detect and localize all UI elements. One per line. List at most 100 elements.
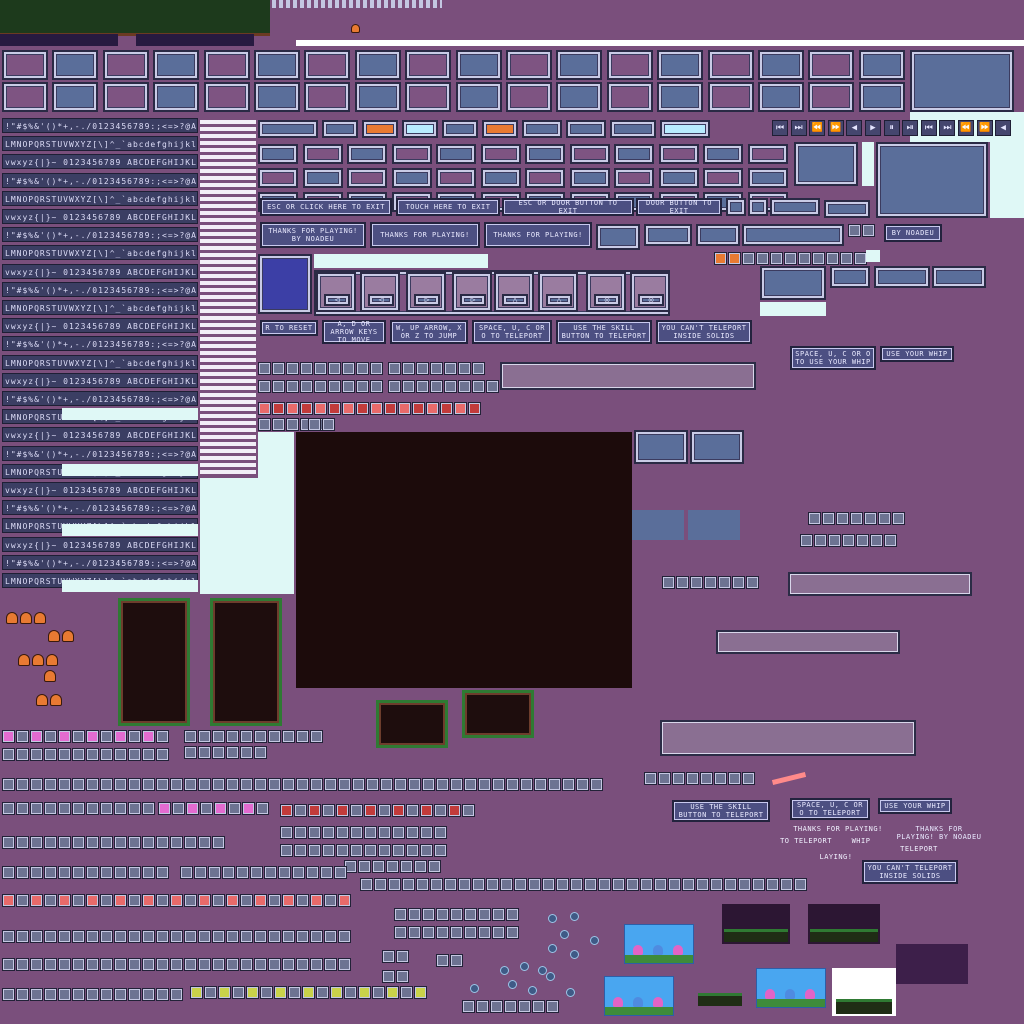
window-panel [254,50,300,80]
sprite-cell [44,894,57,907]
ghost-icon [50,694,62,706]
inventory-slot-bar [500,362,756,390]
laying-plain: LAYING! [819,853,853,861]
nav-arrow-button: ◁ [316,272,356,312]
sprite-cell [476,1000,489,1013]
sprite-cell [408,926,421,939]
slot [384,402,397,415]
counter-slot [812,252,825,265]
tiny-icon-panel-c [770,198,820,216]
media-control-icon: ◀ [995,120,1012,136]
sprite-cell [44,802,57,815]
sprite-cell [352,778,365,791]
sprite-cell [242,802,255,815]
sprite-cell [264,866,277,879]
sprite-cell [392,804,405,817]
sprite-cell [16,748,29,761]
window-panel [52,50,99,80]
slot [416,362,429,375]
glyph-row: vwxyz{|}~ 0123456789 ABCDEFGHIJKLMNOPQRS… [2,536,198,552]
sprite-cell [72,930,85,943]
sprite-cell [44,748,57,761]
sprite-cell [236,866,249,879]
dialog-panel-a [596,224,640,250]
sprite-cell [226,778,239,791]
slot [444,380,457,393]
sprite-cell [114,836,127,849]
bubble [570,950,579,959]
window-panel [153,82,200,112]
sprite-cell [462,804,475,817]
slot [314,362,327,375]
sprite-cell [420,804,433,817]
slot [850,512,863,525]
sprite-cell [350,826,363,839]
slot [800,534,813,547]
sprite-cell [710,878,723,891]
sprite-cell [408,908,421,921]
sprite-cell [492,908,505,921]
slot [322,418,335,431]
sprite-cell [198,730,211,743]
glyph-row: LMNOPQRSTUVWXYZ[\]^_`abcdefghijklmnopqrs… [2,300,198,315]
bubble [548,944,557,953]
sprite-cell [254,778,267,791]
media-control-icon: ⏮ [772,120,788,136]
sprite-cell [268,730,281,743]
door-exit-label: DOOR BUTTON TO EXIT [636,198,722,216]
sprite-cell [372,860,385,873]
glyph-row: !"#$%&'()*+,-./0123456789:;<=>?@ABCDEFGH… [2,391,198,406]
nav-arrow-button: △ [494,272,534,312]
ghost-icon [36,694,48,706]
sprite-cell [378,804,391,817]
sprite-cell [462,1000,475,1013]
sprite-cell [58,730,71,743]
sprite-cell [114,930,127,943]
sprite-cell [86,988,99,1001]
toolbar-button-sprite [566,120,606,138]
counter-slot [742,252,755,265]
sprite-cell [184,730,197,743]
sprite-cell [400,860,413,873]
slot [486,380,499,393]
ghost-icon [18,654,30,666]
slot [714,772,727,785]
window-panel [556,82,603,112]
thanks-label-a: THANKS FOR PLAYING! [370,222,480,248]
window-panel-dark-b [690,430,744,464]
teleport-hint-label-2: SPACE, U, C OR O TO TELEPORT [790,798,870,820]
sprite-cell [308,826,321,839]
pale-block-mid [200,478,294,594]
sprite-cell [142,748,155,761]
sprite-cell [240,894,253,907]
sprite-cell [2,894,15,907]
sprite-cell [640,878,653,891]
sprite-cell [156,988,169,1001]
sprite-cell [100,802,113,815]
sprite-cell [30,866,43,879]
sprite-cell [322,804,335,817]
teleport-hint-label: SPACE, U, C OR O TO TELEPORT [472,320,552,344]
sprite-cell [218,986,231,999]
sprite-cell [372,986,385,999]
sprite-cell [200,802,213,815]
sprite-cell [268,894,281,907]
sprite-cell [464,926,477,939]
bubble [528,986,537,995]
sprite-cell [212,730,225,743]
glyph-row: !"#$%&'()*+,-./0123456789:;<=>?@ABCDEFGH… [2,445,198,461]
slot [676,576,689,589]
sprite-cell [378,844,391,857]
sprite-row [184,746,267,759]
sprite-cell [310,730,323,743]
slot [272,380,285,393]
skill-teleport-label-2: USE THE SKILL BUTTON TO TELEPORT [672,800,770,822]
slot [430,362,443,375]
sprite-cell [156,748,169,761]
top-tile-strip [0,0,270,36]
sprite-cell [212,958,225,971]
sprite-cell [226,930,239,943]
sprite-cell [222,866,235,879]
sprite-cell [360,878,373,891]
sprite-row [280,826,447,839]
